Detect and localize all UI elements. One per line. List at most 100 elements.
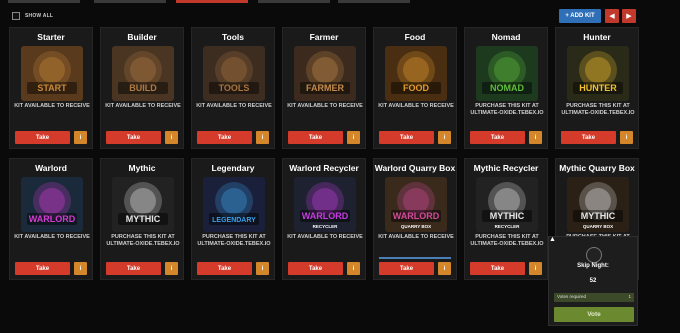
show-all-label: SHOW ALL <box>25 13 54 19</box>
prev-page-button[interactable]: ◀ <box>605 9 619 23</box>
kit-title: Hunter <box>583 32 611 42</box>
add-kit-button[interactable]: + ADD KIT <box>559 9 601 23</box>
take-kit-button[interactable]: Take <box>470 262 525 275</box>
take-kit-button[interactable]: Take <box>197 262 252 275</box>
kit-status: KIT AVAILABLE TO RECEIVE <box>105 103 181 109</box>
kit-badge-text: MYTHIC <box>490 211 525 221</box>
take-kit-button[interactable]: Take <box>15 262 70 275</box>
kit-badge-subtext: RECYCLER <box>495 224 521 229</box>
kit-card: Nomad NOMAD PURCHASE THIS KIT AT ULTIMAT… <box>464 27 548 149</box>
skip-night-vote-panel: Skip Night: 52 Votes required 1 Vote <box>548 236 638 326</box>
kit-title: Warlord Quarry Box <box>374 163 456 173</box>
kit-image: WARLORD <box>21 177 83 232</box>
kit-status: KIT AVAILABLE TO RECEIVE <box>14 103 90 109</box>
kit-info-button[interactable]: i <box>620 131 633 144</box>
votes-required-bar: Votes required 1 <box>554 293 634 302</box>
kit-info-button[interactable]: i <box>256 131 269 144</box>
kit-title: Food <box>404 32 426 42</box>
take-kit-button[interactable]: Take <box>379 262 434 275</box>
kit-card: Warlord Quarry Box WARLORD QUARRY BOX KI… <box>373 158 457 280</box>
kit-info-button[interactable]: i <box>165 262 178 275</box>
kit-card: Builder BUILD KIT AVAILABLE TO RECEIVE T… <box>100 27 184 149</box>
kit-card: Warlord Recycler WARLORD RECYCLER KIT AV… <box>282 158 366 280</box>
top-tab-3[interactable] <box>176 0 248 3</box>
kit-info-button[interactable]: i <box>529 131 542 144</box>
kit-info-button[interactable]: i <box>74 262 87 275</box>
next-page-button[interactable]: ▶ <box>622 9 636 23</box>
kit-info-button[interactable]: i <box>347 262 360 275</box>
kit-cooldown-progress <box>379 257 451 259</box>
vote-button[interactable]: Vote <box>554 307 634 322</box>
kit-image: LEGENDARY <box>203 177 265 232</box>
kit-info-button[interactable]: i <box>347 131 360 144</box>
kit-image: START <box>21 46 83 101</box>
kit-badge-text: MYTHIC <box>126 214 161 224</box>
kit-image: HUNTER <box>567 46 629 101</box>
kit-badge-text: WARLORD <box>29 214 76 224</box>
skip-night-value: 52 <box>589 278 597 284</box>
top-tab-4[interactable] <box>258 0 330 3</box>
kit-badge-text: WARLORD <box>393 211 440 221</box>
kit-info-button[interactable]: i <box>438 262 451 275</box>
kit-image: MYTHIC RECYCLER <box>476 177 538 232</box>
take-kit-button[interactable]: Take <box>470 131 525 144</box>
kit-badge-text: MYTHIC <box>581 211 616 221</box>
kit-status: KIT AVAILABLE TO RECEIVE <box>378 103 454 109</box>
kit-title: Warlord Recycler <box>289 163 359 173</box>
show-all-checkbox[interactable] <box>12 12 20 20</box>
kit-card: Farmer FARMER KIT AVAILABLE TO RECEIVE T… <box>282 27 366 149</box>
kit-info-button[interactable]: i <box>74 131 87 144</box>
take-kit-button[interactable]: Take <box>561 131 616 144</box>
kit-badge-text: BUILD <box>129 83 157 93</box>
top-tab-1[interactable] <box>8 0 80 3</box>
take-kit-button[interactable]: Take <box>197 131 252 144</box>
votes-required-count: 1 <box>628 294 631 299</box>
kit-info-button[interactable]: i <box>256 262 269 275</box>
take-kit-button[interactable]: Take <box>106 131 161 144</box>
kit-image: NOMAD <box>476 46 538 101</box>
kit-title: Mythic Recycler <box>473 163 539 173</box>
kit-status: KIT AVAILABLE TO RECEIVE <box>196 103 272 109</box>
kit-status: KIT AVAILABLE TO RECEIVE <box>14 234 90 240</box>
kit-title: Mythic <box>128 163 156 173</box>
kit-image: MYTHIC QUARRY BOX <box>567 177 629 232</box>
kit-badge-text: FARMER <box>306 83 345 93</box>
votes-required-label: Votes required <box>557 294 587 299</box>
kit-status: KIT AVAILABLE TO RECEIVE <box>287 103 363 109</box>
kit-card: Mythic MYTHIC PURCHASE THIS KIT AT ULTIM… <box>100 158 184 280</box>
kit-card: Mythic Recycler MYTHIC RECYCLER PURCHASE… <box>464 158 548 280</box>
kit-card: Legendary LEGENDARY PURCHASE THIS KIT AT… <box>191 158 275 280</box>
skip-night-label: Skip Night: <box>577 263 609 269</box>
take-kit-button[interactable]: Take <box>288 262 343 275</box>
kit-title: Tools <box>221 32 245 42</box>
take-kit-button[interactable]: Take <box>15 131 70 144</box>
kit-status: PURCHASE THIS KIT AT ULTIMATE-OXIDE.TEBE… <box>470 234 544 247</box>
kit-badge-text: NOMAD <box>490 83 524 93</box>
kit-info-button[interactable]: i <box>529 262 542 275</box>
kit-info-button[interactable]: i <box>438 131 451 144</box>
kit-badge-text: TOOLS <box>219 83 250 93</box>
take-kit-button[interactable]: Take <box>379 131 434 144</box>
kit-title: Mythic Quarry Box <box>559 163 635 173</box>
kit-card: Tools TOOLS KIT AVAILABLE TO RECEIVE Tak… <box>191 27 275 149</box>
top-tab-5[interactable] <box>338 0 410 3</box>
kit-image: FARMER <box>294 46 356 101</box>
top-tab-2[interactable] <box>94 0 166 3</box>
kit-image: WARLORD RECYCLER <box>294 177 356 232</box>
kit-info-button[interactable]: i <box>165 131 178 144</box>
take-kit-button[interactable]: Take <box>288 131 343 144</box>
kit-title: Warlord <box>35 163 67 173</box>
kit-image: FOOD <box>385 46 447 101</box>
top-tabs <box>0 0 680 3</box>
kit-title: Nomad <box>491 32 521 42</box>
show-all-toggle[interactable]: SHOW ALL <box>12 12 53 20</box>
kit-status: PURCHASE THIS KIT AT ULTIMATE-OXIDE.TEBE… <box>561 103 635 116</box>
kit-status: KIT AVAILABLE TO RECEIVE <box>378 234 454 240</box>
kit-status: PURCHASE THIS KIT AT ULTIMATE-OXIDE.TEBE… <box>197 234 271 247</box>
kit-badge-text: HUNTER <box>579 83 617 93</box>
kit-card: Hunter HUNTER PURCHASE THIS KIT AT ULTIM… <box>555 27 639 149</box>
kit-badge-subtext: QUARRY BOX <box>583 224 613 229</box>
take-kit-button[interactable]: Take <box>106 262 161 275</box>
kit-image: MYTHIC <box>112 177 174 232</box>
kit-status: PURCHASE THIS KIT AT ULTIMATE-OXIDE.TEBE… <box>106 234 180 247</box>
